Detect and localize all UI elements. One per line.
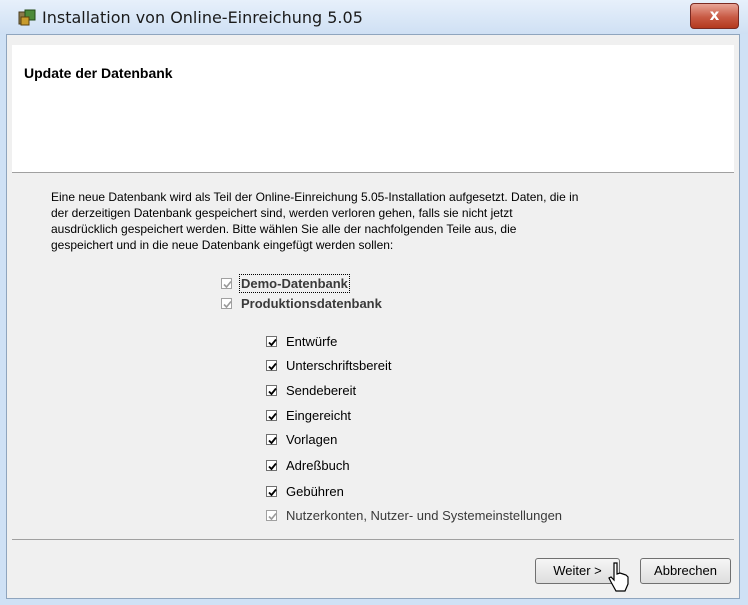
checkbox-label: Produktionsdatenbank: [241, 296, 382, 311]
checkbox-box[interactable]: [221, 278, 232, 289]
checkbox-box[interactable]: [266, 360, 277, 371]
description-line: der derzeitigen Datenbank gespeichert si…: [51, 206, 513, 220]
window-title: Installation von Online-Einreichung 5.05: [42, 8, 363, 27]
checkbox-entwuerfe[interactable]: Entwürfe: [266, 334, 337, 349]
installer-window: Installation von Online-Einreichung 5.05…: [0, 0, 748, 605]
description-line: Eine neue Datenbank wird als Teil der On…: [51, 190, 579, 204]
description-text: Eine neue Datenbank wird als Teil der On…: [51, 189, 711, 253]
checkbox-box[interactable]: [266, 486, 277, 497]
checkbox-label: Sendebereit: [286, 383, 357, 398]
mouse-pointer-icon: [608, 562, 630, 599]
checkbox-box[interactable]: [266, 434, 277, 445]
checkbox-vorlagen[interactable]: Vorlagen: [266, 432, 337, 447]
cancel-button[interactable]: Abbrechen: [640, 558, 731, 584]
page-title: Update der Datenbank: [24, 65, 173, 81]
checkbox-box[interactable]: [266, 510, 277, 521]
checkbox-produktionsdatenbank[interactable]: Produktionsdatenbank: [221, 296, 382, 311]
close-icon: x: [709, 6, 720, 24]
checkbox-label: Demo-Datenbank: [239, 274, 350, 293]
checkbox-box[interactable]: [266, 410, 277, 421]
checkbox-label: Eingereicht: [286, 408, 352, 423]
description-line: gespeichert und in die neue Datenbank ei…: [51, 238, 394, 252]
checkbox-gebuehren[interactable]: Gebühren: [266, 484, 344, 499]
title-bar[interactable]: Installation von Online-Einreichung 5.05…: [0, 0, 748, 34]
checkbox-box[interactable]: [266, 460, 277, 471]
checkbox-demo-datenbank[interactable]: Demo-Datenbank: [221, 274, 350, 293]
checkbox-box[interactable]: [221, 298, 232, 309]
installer-app-icon: [18, 9, 36, 26]
checkbox-label: Unterschriftsbereit: [286, 358, 392, 373]
checkbox-box[interactable]: [266, 385, 277, 396]
checkbox-label: Nutzerkonten, Nutzer- und Systemeinstell…: [286, 508, 563, 523]
close-button[interactable]: x: [690, 3, 739, 29]
checkbox-box[interactable]: [266, 336, 277, 347]
checkbox-label: Entwürfe: [286, 334, 338, 349]
checkbox-eingereicht[interactable]: Eingereicht: [266, 408, 351, 423]
checkbox-unterschriftsbereit[interactable]: Unterschriftsbereit: [266, 358, 391, 373]
checkbox-sendebereit[interactable]: Sendebereit: [266, 383, 356, 398]
checkbox-nutzerkonten[interactable]: Nutzerkonten, Nutzer- und Systemeinstell…: [266, 508, 562, 523]
checkbox-adressbuch[interactable]: Adreßbuch: [266, 458, 350, 473]
checkbox-label: Gebühren: [286, 484, 344, 499]
footer-divider: [12, 539, 734, 540]
checkbox-label: Vorlagen: [286, 432, 338, 447]
checkbox-label: Adreßbuch: [286, 458, 350, 473]
description-line: ausdrücklich gespeichert werden. Bitte w…: [51, 222, 517, 236]
